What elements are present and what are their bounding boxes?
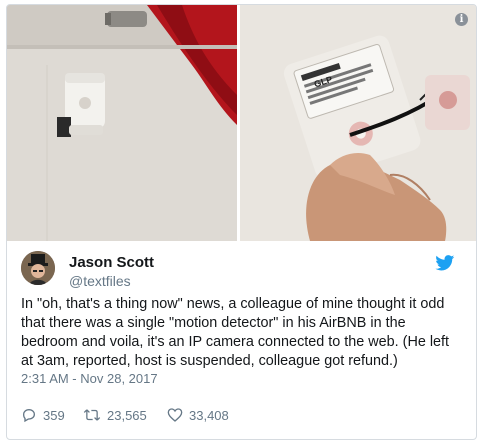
retweet-icon bbox=[83, 409, 101, 421]
author-handle[interactable]: @textfiles bbox=[69, 273, 131, 289]
tweet-media[interactable]: GLP i bbox=[7, 5, 476, 241]
tweet-text: In "oh, that's a thing now" news, a coll… bbox=[21, 296, 450, 369]
retweet-count: 23,565 bbox=[107, 407, 147, 423]
avatar[interactable] bbox=[21, 251, 55, 285]
photo-left-art bbox=[7, 5, 237, 241]
retweet-button[interactable]: 23,565 bbox=[83, 405, 147, 425]
tweet-card[interactable]: GLP i Jason Scott @textfiles In "oh, tha… bbox=[6, 4, 477, 440]
like-button[interactable]: 33,408 bbox=[167, 405, 229, 425]
like-icon bbox=[167, 408, 183, 422]
tweet-timestamp[interactable]: 2:31 AM - Nov 28, 2017 bbox=[21, 371, 158, 386]
reply-button[interactable]: 359 bbox=[21, 405, 65, 425]
tweet-header: Jason Scott @textfiles bbox=[21, 251, 461, 291]
photo-motion-detector-wall[interactable] bbox=[7, 5, 237, 241]
author-name[interactable]: Jason Scott bbox=[69, 254, 154, 271]
photo-hidden-camera-hand[interactable]: GLP bbox=[240, 5, 476, 241]
reply-count: 359 bbox=[43, 407, 65, 423]
info-icon[interactable]: i bbox=[455, 13, 468, 26]
twitter-bird-icon[interactable] bbox=[435, 255, 455, 271]
photo-right-art: GLP bbox=[240, 5, 476, 241]
like-count: 33,408 bbox=[189, 407, 229, 423]
avatar-art bbox=[21, 251, 55, 285]
reply-icon bbox=[22, 408, 36, 423]
tweet-actions: 359 23,565 33,408 bbox=[21, 405, 461, 425]
